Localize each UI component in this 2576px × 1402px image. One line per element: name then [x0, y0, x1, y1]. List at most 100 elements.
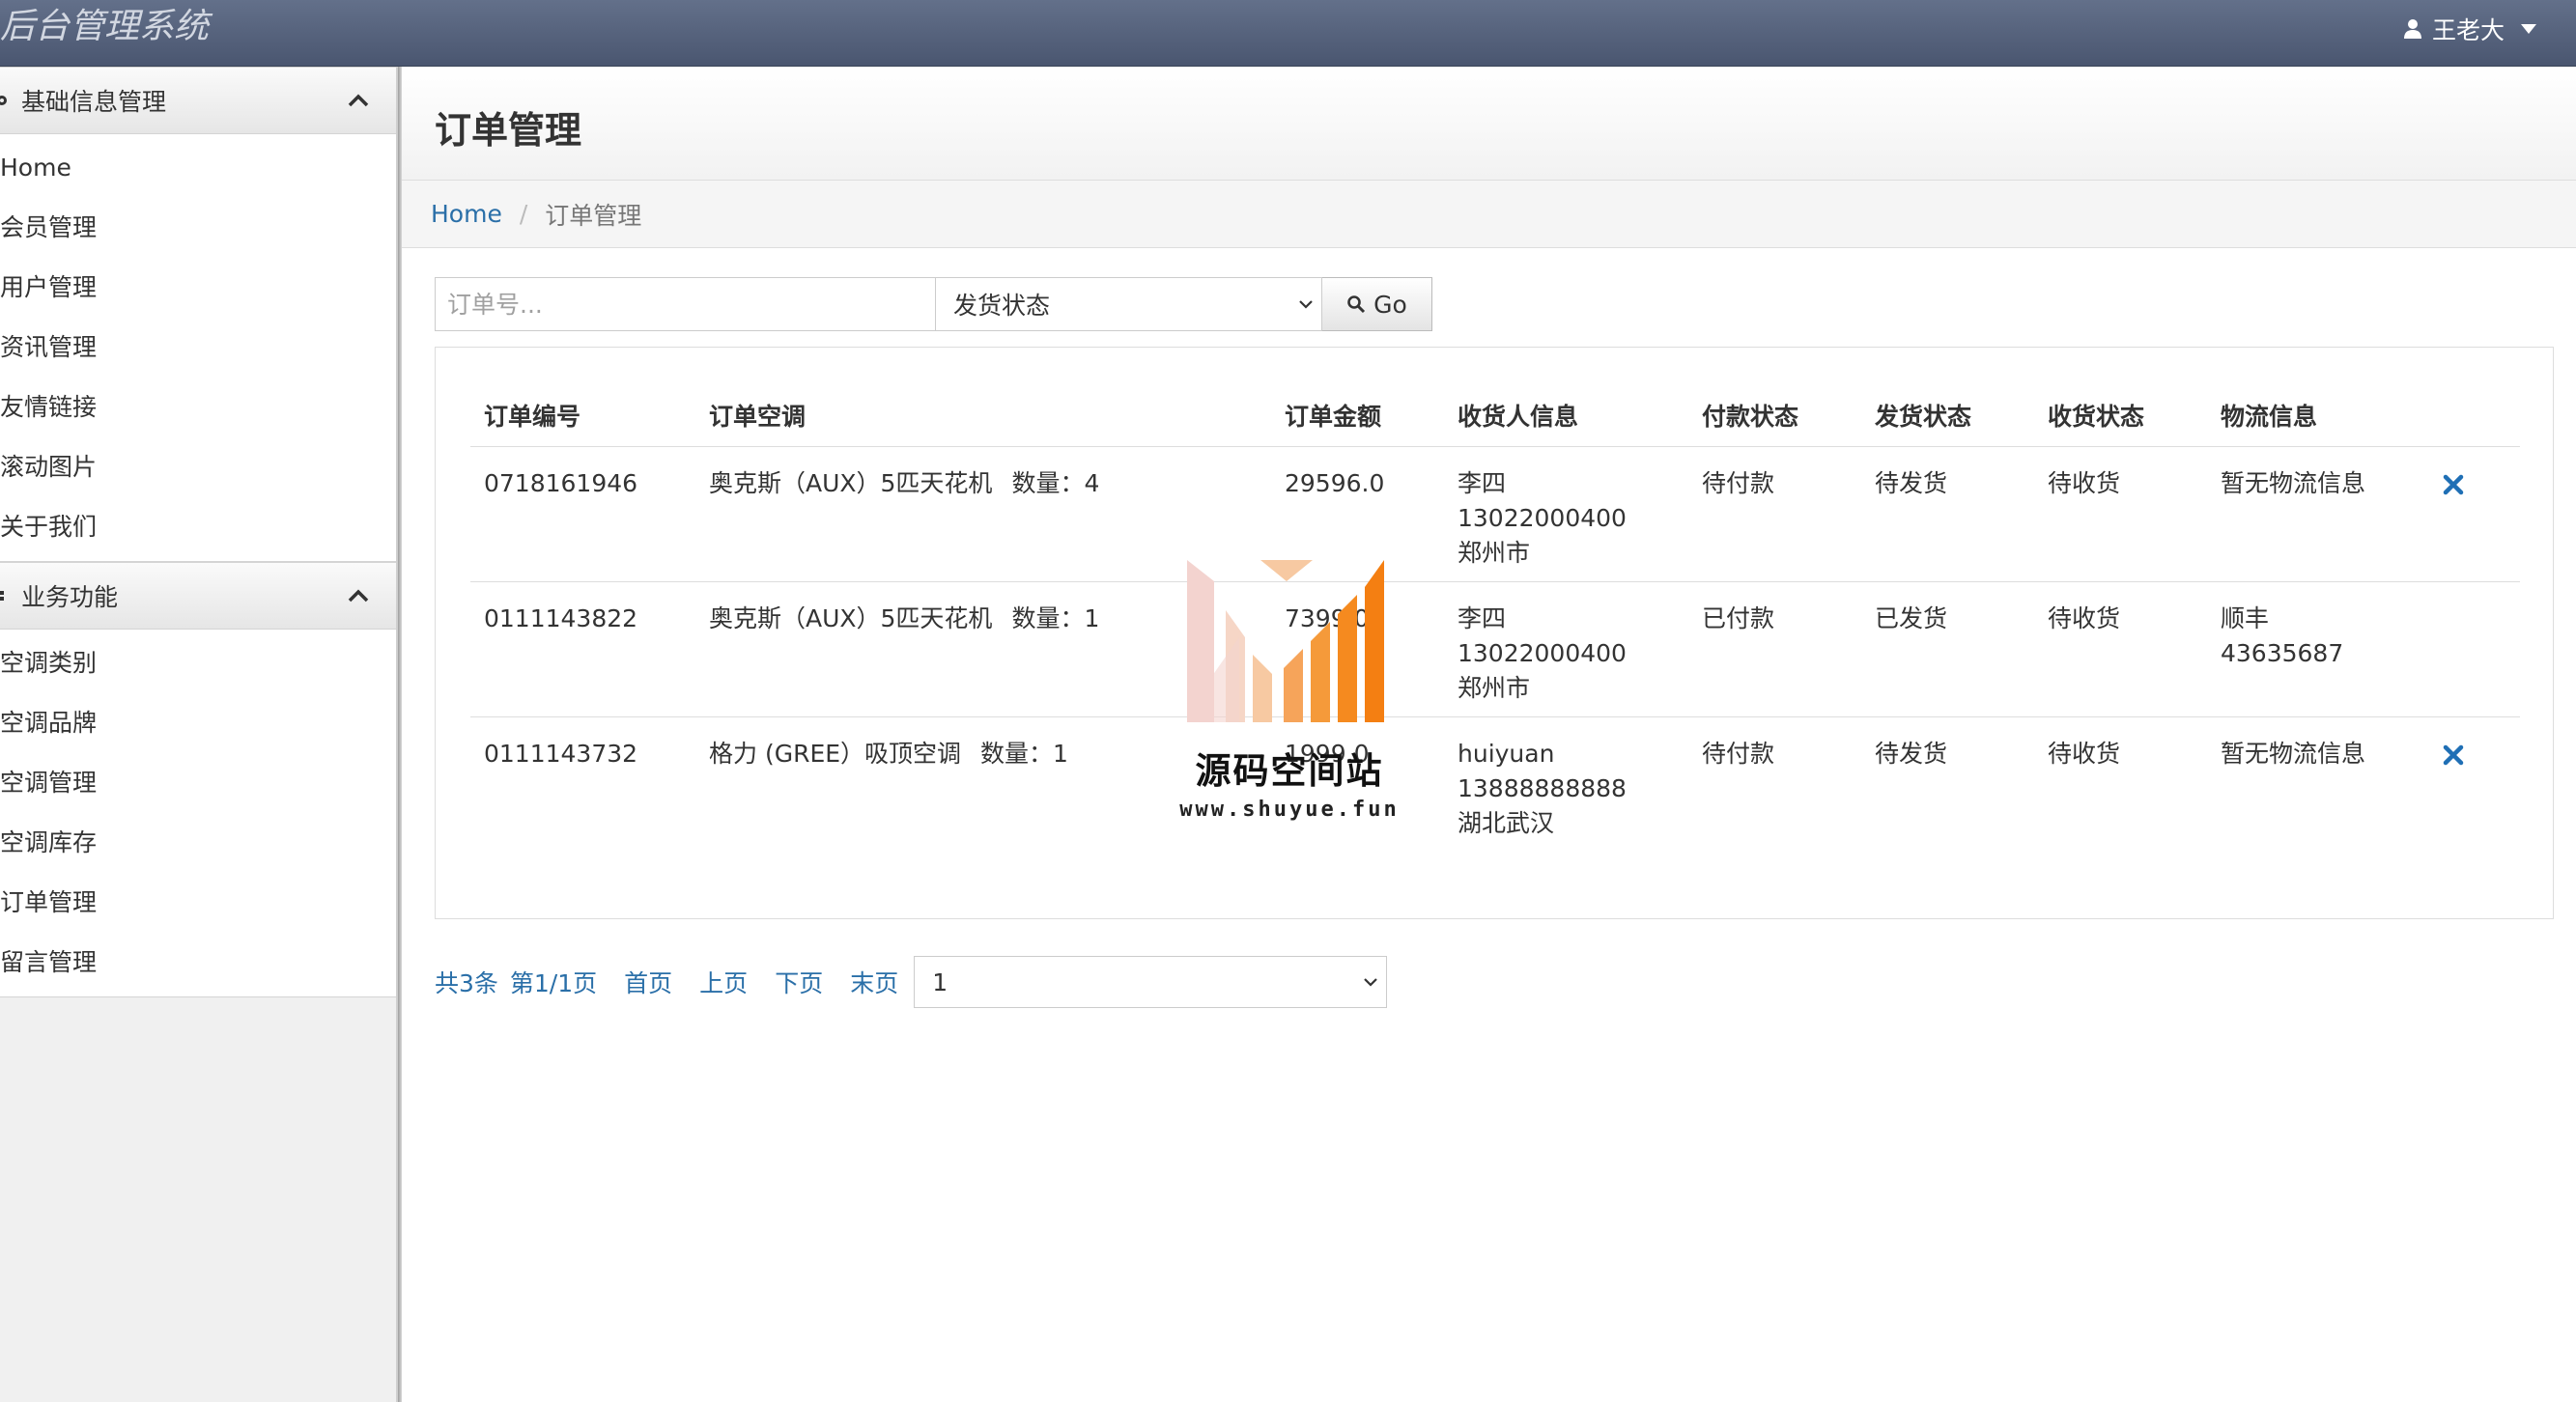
- search-icon: [1347, 295, 1366, 314]
- sidebar-item-ac-manage[interactable]: 空调管理: [0, 753, 396, 813]
- page-select[interactable]: 1: [914, 956, 1388, 1008]
- column-header: 订单金额: [1271, 384, 1444, 447]
- goods-name: 奥克斯（AUX）5匹天花机: [709, 603, 993, 632]
- chevron-up-icon[interactable]: [348, 589, 369, 603]
- sidebar-item-carousel[interactable]: 滚动图片: [0, 437, 396, 497]
- receiver-city: 郑州市: [1458, 538, 1531, 567]
- breadcrumb: Home / 订单管理: [402, 181, 2576, 248]
- pagination-next-link[interactable]: 下页: [775, 965, 823, 999]
- chevron-up-icon[interactable]: [348, 94, 369, 107]
- pay-status: 待付款: [1702, 739, 1775, 768]
- column-header: 发货状态: [1861, 384, 2034, 447]
- ship-status: 已发货: [1861, 581, 2034, 717]
- app-title[interactable]: 后台管理系统: [0, 6, 209, 48]
- receiver-phone: 13022000400: [1458, 503, 1627, 532]
- sidebar-item-ac-brand[interactable]: 空调品牌: [0, 693, 396, 753]
- pagination-first-link[interactable]: 首页: [624, 965, 672, 999]
- logistics-info: 暂无物流信息: [2207, 446, 2429, 582]
- user-menu[interactable]: 王老大: [2403, 12, 2537, 46]
- receiver-city: 湖北武汉: [1458, 808, 1555, 837]
- sidebar-item-about[interactable]: 关于我们: [0, 497, 396, 557]
- chevron-down-icon: [1364, 978, 1377, 987]
- chevron-down-icon: [1299, 300, 1313, 309]
- top-navbar: 后台管理系统 王老大: [0, 0, 2576, 67]
- sidebar-item-news[interactable]: 资讯管理: [0, 318, 396, 378]
- pagination-prev-link[interactable]: 上页: [699, 965, 748, 999]
- sidebar-item-ac-category[interactable]: 空调类别: [0, 633, 396, 693]
- order-number-input[interactable]: [435, 277, 936, 331]
- order-id: 0111143732: [484, 739, 638, 768]
- row-actions: [2429, 446, 2520, 582]
- table-row: 0111143822 奥克斯（AUX）5匹天花机 数量：1 7399.0 李四 1…: [470, 581, 2520, 717]
- column-header: 订单编号: [470, 384, 695, 447]
- column-header: 收货状态: [2034, 384, 2207, 447]
- goods-name: 格力 (GREE）吸顶空调: [709, 739, 962, 768]
- sidebar-item-home[interactable]: Home: [0, 138, 396, 198]
- table-row: 0718161946 奥克斯（AUX）5匹天花机 数量：4 29596.0 李四 …: [470, 446, 2520, 582]
- goods-quantity: 数量：4: [1011, 468, 1100, 497]
- order-amount: 29596.0: [1271, 446, 1444, 582]
- sidebar-item-orders[interactable]: 订单管理: [0, 873, 396, 933]
- goods-quantity: 数量：1: [1011, 603, 1100, 632]
- receiver-city: 郑州市: [1458, 673, 1531, 702]
- go-button-label: Go: [1373, 290, 1407, 319]
- orders-table: 订单编号 订单空调 订单金额 收货人信息 付款状态 发货状态 收货状态 物流信息…: [470, 384, 2520, 852]
- sidebar-list-business: 空调类别 空调品牌 空调管理 空调库存 订单管理 留言管理: [0, 630, 396, 997]
- receiver-phone: 13888888888: [1458, 773, 1627, 802]
- user-icon: [2403, 19, 2421, 39]
- receiver-name: 李四: [1458, 468, 1507, 497]
- column-header: 物流信息: [2207, 384, 2429, 447]
- receive-status: 待收货: [2034, 446, 2207, 582]
- order-id: 0111143822: [470, 581, 695, 717]
- main-content: 订单管理 Home / 订单管理 发货状态 Go 订单编号 订单空调: [402, 67, 2576, 1402]
- order-amount: 1999.0: [1285, 739, 1370, 768]
- receive-status: 待收货: [2034, 581, 2207, 717]
- grid-icon: [0, 591, 4, 601]
- receiver-info: huiyuan 13888888888 湖北武汉: [1444, 716, 1688, 852]
- sidebar-item-messages[interactable]: 留言管理: [0, 933, 396, 993]
- pay-status: 待付款: [1688, 446, 1861, 582]
- page-title: 订单管理: [435, 109, 582, 152]
- close-icon[interactable]: [2443, 744, 2464, 766]
- search-bar: 发货状态 Go: [435, 277, 1432, 331]
- close-icon[interactable]: [2443, 474, 2464, 495]
- user-name: 王老大: [2431, 16, 2505, 44]
- pagination: 共3条 第1/1页 首页 上页 下页 末页 1: [435, 955, 1388, 1009]
- receiver-name: huiyuan: [1458, 739, 1555, 768]
- sidebar-group-header-business[interactable]: 业务功能: [0, 562, 396, 630]
- sidebar: 基础信息管理 Home 会员管理 用户管理 资讯管理 友情链接 滚动图片 关于我…: [0, 67, 398, 1402]
- order-goods: 奥克斯（AUX）5匹天花机 数量：1: [695, 581, 1271, 717]
- receive-status: 待收货: [2048, 739, 2121, 768]
- pagination-last-link[interactable]: 末页: [850, 965, 898, 999]
- receiver-info: 李四 13022000400 郑州市: [1444, 446, 1688, 582]
- ship-status-select-value: 发货状态: [953, 292, 1051, 320]
- go-button[interactable]: Go: [1322, 277, 1432, 331]
- logistics-line: 43635687: [2221, 638, 2344, 667]
- sidebar-item-ac-stock[interactable]: 空调库存: [0, 813, 396, 873]
- sidebar-item-users[interactable]: 用户管理: [0, 258, 396, 318]
- breadcrumb-home-link[interactable]: Home: [431, 200, 502, 228]
- column-header-actions: [2429, 384, 2520, 447]
- goods-name: 奥克斯（AUX）5匹天花机: [709, 468, 993, 497]
- breadcrumb-separator: /: [519, 200, 528, 228]
- sidebar-item-members[interactable]: 会员管理: [0, 198, 396, 258]
- breadcrumb-current: 订单管理: [545, 201, 642, 230]
- orders-panel: 订单编号 订单空调 订单金额 收货人信息 付款状态 发货状态 收货状态 物流信息…: [435, 347, 2554, 919]
- page-select-value: 1: [932, 967, 948, 996]
- page-header: 订单管理: [402, 67, 2576, 181]
- receiver-name: 李四: [1458, 603, 1507, 632]
- logistics-line: 暂无物流信息: [2221, 468, 2366, 497]
- order-goods: 奥克斯（AUX）5匹天花机 数量：4: [695, 446, 1271, 582]
- logistics-line: 暂无物流信息: [2221, 739, 2366, 768]
- sidebar-group-title: 业务功能: [21, 583, 119, 611]
- sidebar-group-title: 基础信息管理: [21, 88, 167, 116]
- sidebar-item-links[interactable]: 友情链接: [0, 378, 396, 437]
- logistics-info: 暂无物流信息: [2207, 716, 2429, 852]
- order-goods: 格力 (GREE）吸顶空调 数量：1: [695, 716, 1271, 852]
- ship-status: 待发货: [1861, 446, 2034, 582]
- ship-status-select[interactable]: 发货状态: [936, 277, 1322, 331]
- sidebar-list-basic: Home 会员管理 用户管理 资讯管理 友情链接 滚动图片 关于我们: [0, 134, 396, 562]
- sidebar-group-header-basic[interactable]: 基础信息管理: [0, 67, 396, 134]
- caret-down-icon: [2521, 24, 2536, 34]
- ship-status: 待发货: [1875, 739, 1948, 768]
